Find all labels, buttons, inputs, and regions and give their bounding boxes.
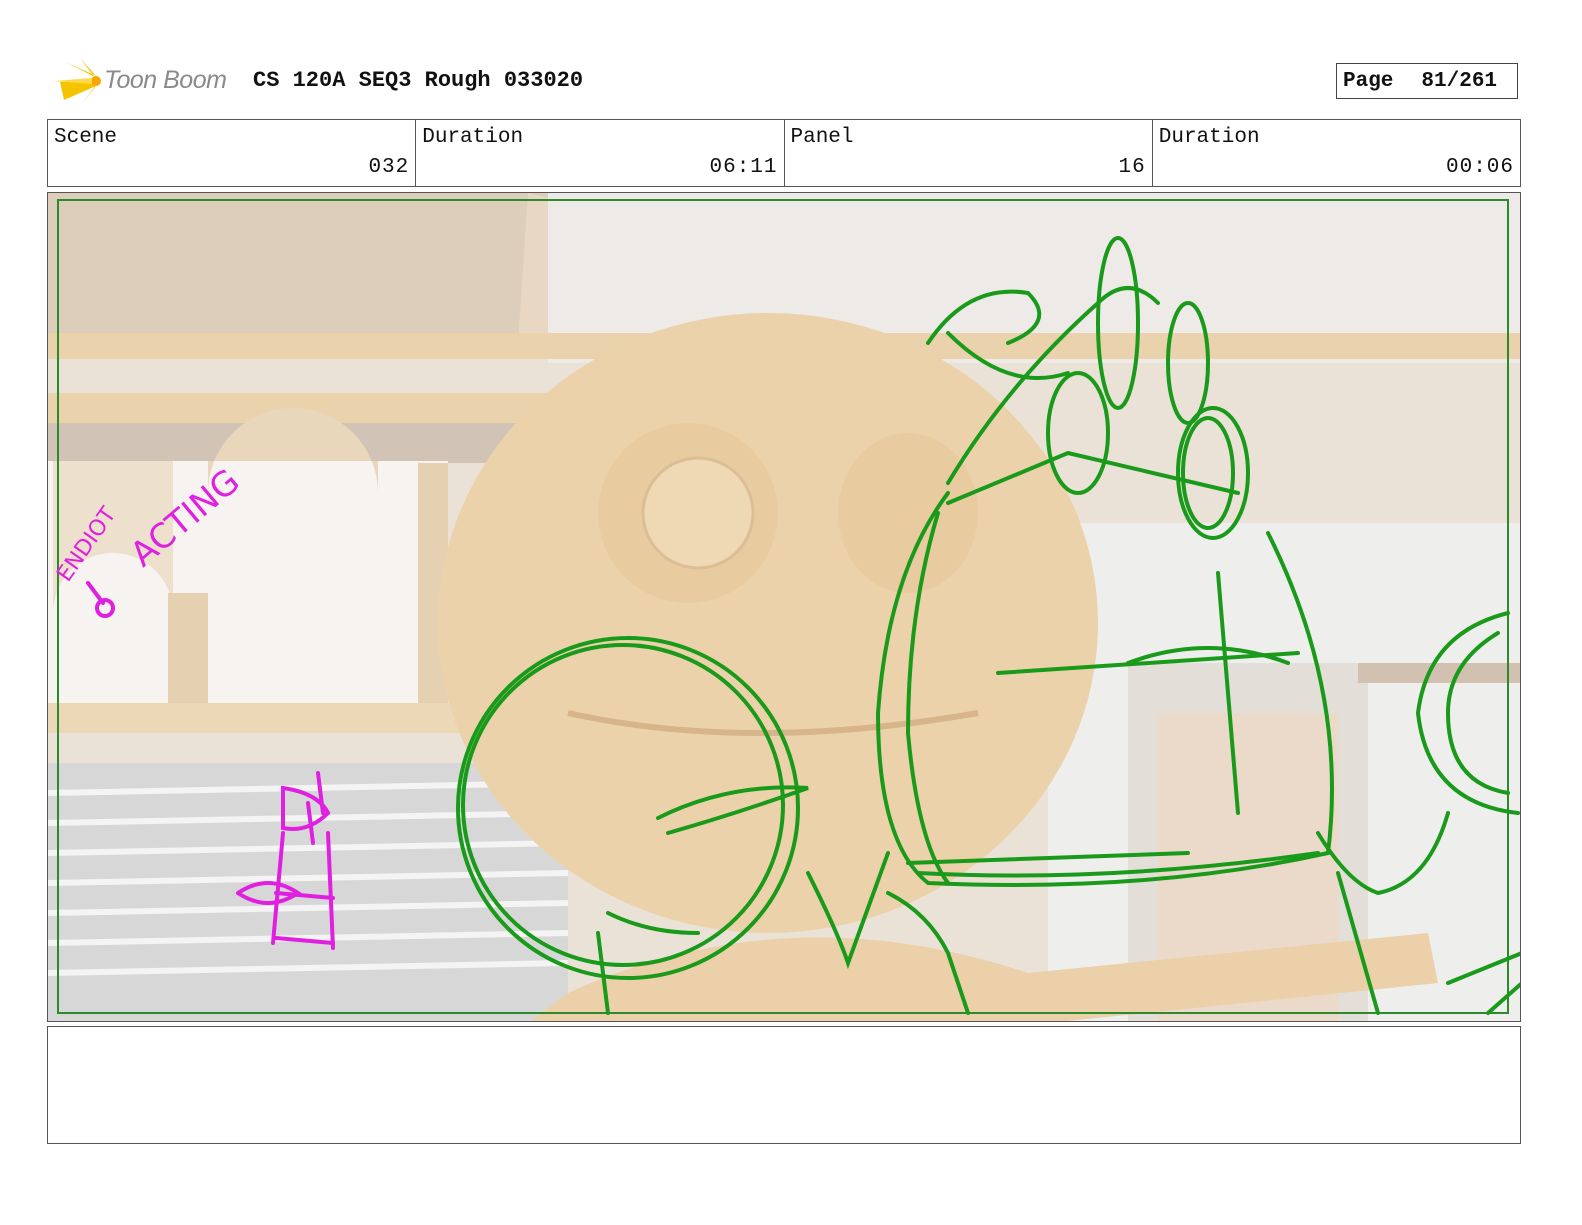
scene-duration-cell: Duration 06:11	[416, 120, 785, 186]
panel-label: Panel	[790, 126, 854, 149]
starburst-icon	[54, 58, 101, 104]
document-title: CS 120A SEQ3 Rough 033020	[253, 68, 584, 93]
panel-duration-cell: Duration 00:06	[1153, 120, 1520, 186]
panel-drawing: ACTING ENDIOT	[48, 193, 1520, 1021]
panel-notes-box	[47, 1026, 1521, 1144]
scene-duration-label: Duration	[422, 126, 524, 149]
storyboard-panel-image: ACTING ENDIOT	[47, 192, 1521, 1022]
scene-value: 032	[368, 156, 410, 179]
panel-info-table: Scene 032 Duration 06:11 Panel 16 Durati…	[47, 119, 1521, 187]
logo-text: Toon Boom	[104, 66, 227, 94]
toon-boom-logo: Toon Boom	[52, 56, 242, 106]
page-indicator: Page 81/261	[1336, 63, 1518, 99]
panel-duration-value: 00:06	[1445, 156, 1514, 179]
page-label: Page	[1343, 69, 1394, 93]
page-number: 81/261	[1421, 69, 1498, 93]
panel-duration-label: Duration	[1158, 126, 1260, 149]
scene-cell: Scene 032	[48, 120, 417, 186]
panel-value: 16	[1118, 156, 1146, 179]
panel-cell: Panel 16	[785, 120, 1153, 186]
scene-label: Scene	[54, 126, 118, 149]
page-header: Toon Boom CS 120A SEQ3 Rough 033020 Page…	[52, 56, 1532, 106]
scene-duration-value: 06:11	[709, 156, 778, 179]
